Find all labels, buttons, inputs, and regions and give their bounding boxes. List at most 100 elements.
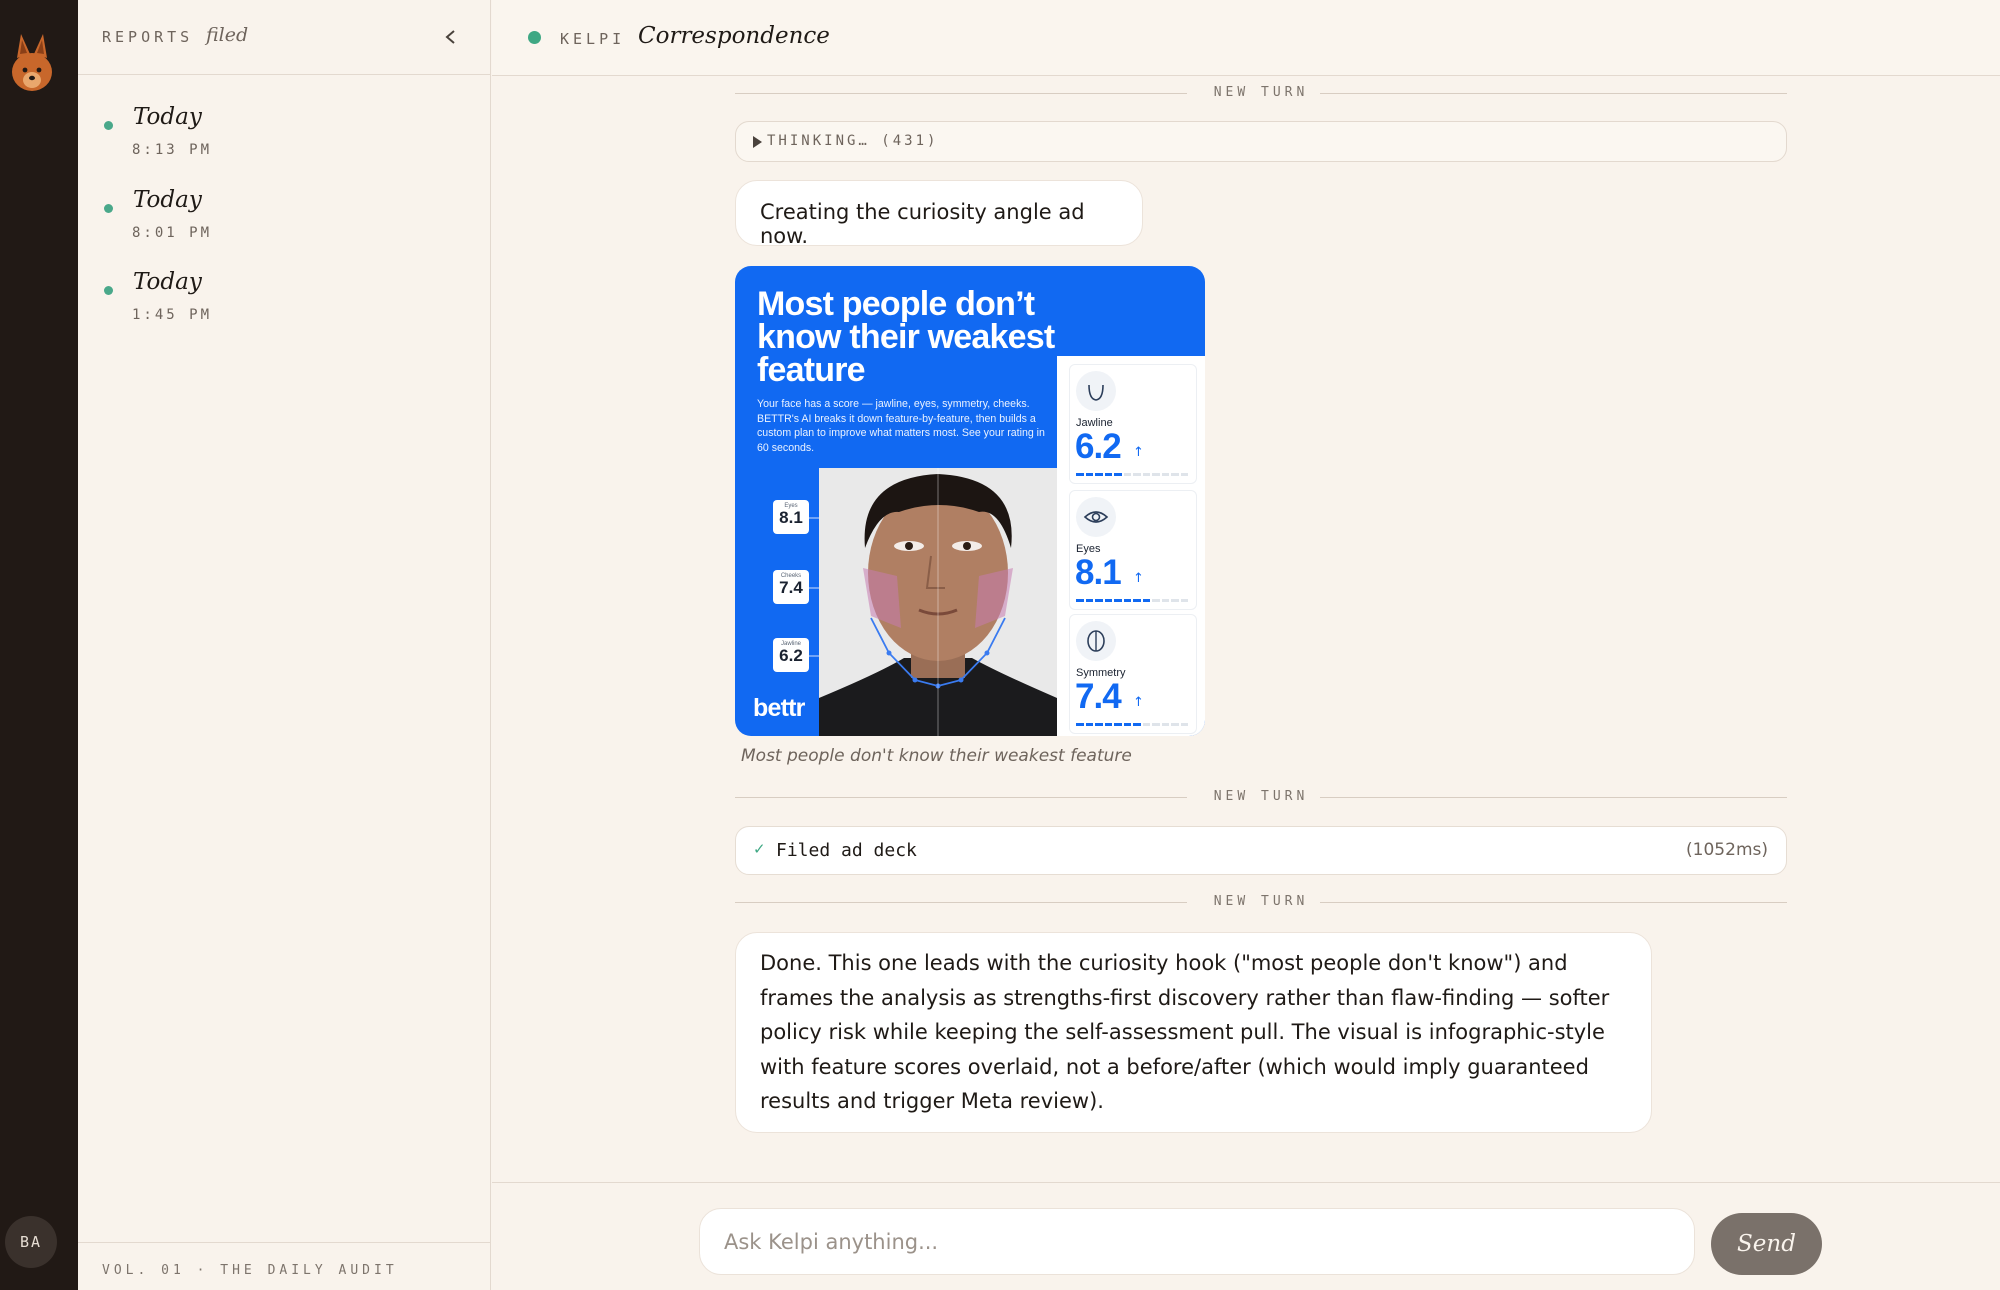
level-segment <box>1123 473 1131 476</box>
send-button[interactable]: Send <box>1711 1213 1822 1275</box>
level-segment <box>1114 473 1122 476</box>
level-segment <box>1152 473 1160 476</box>
report-title: Today <box>133 104 202 130</box>
arrow-up-icon: ↑ <box>1133 571 1144 586</box>
level-segment <box>1085 723 1093 726</box>
level-segment <box>1104 599 1112 602</box>
bettr-logo: bettr <box>753 694 805 722</box>
turn-divider: NEW TURN <box>735 84 1787 102</box>
edition-label: VOL. 01 · THE DAILY AUDIT <box>102 1263 398 1278</box>
level-segment <box>1161 599 1169 602</box>
level-segment <box>1114 599 1122 602</box>
eyes-score-tag: Eyes 8.1 <box>773 500 809 534</box>
turn-divider: NEW TURN <box>735 893 1787 911</box>
level-segment <box>1114 723 1122 726</box>
level-segment <box>1076 473 1084 476</box>
sidebar-subtitle: filed <box>206 24 249 46</box>
reports-sidebar: REPORTS filed Today 8:13 PM Today 8:01 P… <box>78 0 491 1290</box>
user-avatar[interactable]: BA <box>5 1216 57 1268</box>
online-status-dot <box>528 31 541 44</box>
composer: Send <box>492 1182 2000 1290</box>
jawline-score-tag: Jawline 6.2 <box>773 638 809 672</box>
level-segment <box>1142 599 1150 602</box>
level-segment <box>1095 723 1103 726</box>
level-segment <box>1180 599 1188 602</box>
level-segment <box>1133 723 1141 726</box>
level-segment <box>1171 599 1179 602</box>
report-status-dot <box>104 121 113 130</box>
level-segment <box>1085 473 1093 476</box>
ad-creative-image[interactable]: Most people don’t know their weakest fea… <box>735 266 1205 736</box>
jawline-icon <box>1076 371 1116 411</box>
metric-level-bar <box>1076 599 1188 602</box>
report-title: Today <box>133 269 202 295</box>
eye-icon <box>1076 497 1116 537</box>
level-segment <box>1076 599 1084 602</box>
level-segment <box>1161 723 1169 726</box>
level-segment <box>1180 473 1188 476</box>
tool-duration: (1052ms) <box>1686 840 1768 860</box>
metric-card-eyes: Eyes 8.1 ↑ <box>1069 490 1197 610</box>
level-segment <box>1152 723 1160 726</box>
turn-divider-label: NEW TURN <box>1213 85 1309 100</box>
report-item[interactable]: Today 8:01 PM <box>78 183 490 253</box>
level-segment <box>1123 723 1131 726</box>
report-time: 8:13 PM <box>132 142 213 158</box>
level-segment <box>1142 723 1150 726</box>
level-segment <box>1104 723 1112 726</box>
level-segment <box>1133 473 1141 476</box>
metric-card-jawline: Jawline 6.2 ↑ <box>1069 364 1197 484</box>
report-time: 1:45 PM <box>132 307 213 323</box>
arrow-up-icon: ↑ <box>1133 695 1144 710</box>
level-segment <box>1171 473 1179 476</box>
level-segment <box>1076 723 1084 726</box>
assistant-message: Done. This one leads with the curiosity … <box>735 932 1652 1133</box>
level-segment <box>1180 723 1188 726</box>
message-text: Creating the curiosity angle ad now. <box>760 200 1085 248</box>
collapse-sidebar-button[interactable] <box>436 22 466 52</box>
metric-level-bar <box>1076 723 1188 726</box>
turn-divider-label: NEW TURN <box>1213 789 1309 804</box>
report-time: 8:01 PM <box>132 225 213 241</box>
report-item[interactable]: Today 8:13 PM <box>78 100 490 170</box>
level-segment <box>1095 599 1103 602</box>
level-segment <box>1133 599 1141 602</box>
brand-name: KELPI <box>560 30 626 48</box>
message-input[interactable] <box>699 1208 1695 1275</box>
image-caption: Most people don't know their weakest fea… <box>741 746 1132 766</box>
level-segment <box>1085 599 1093 602</box>
metric-panel: Jawline 6.2 ↑ Eyes 8.1 ↑ Symmetry 7.4 ↑ <box>1057 356 1205 736</box>
sidebar-title: REPORTS <box>102 28 194 46</box>
arrow-up-icon: ↑ <box>1133 445 1144 460</box>
report-status-dot <box>104 286 113 295</box>
level-segment <box>1152 599 1160 602</box>
message-text: Done. This one leads with the curiosity … <box>760 951 1610 1113</box>
check-icon: ✓ <box>753 840 766 858</box>
turn-divider-label: NEW TURN <box>1213 894 1309 909</box>
conversation-pane: KELPI Correspondence NEW TURN THINKING… … <box>492 0 2000 1290</box>
metric-level-bar <box>1076 473 1188 476</box>
app-rail: BA <box>0 0 78 1290</box>
tool-result-row[interactable]: ✓ Filed ad deck (1052ms) <box>735 826 1787 875</box>
avatar-initials: BA <box>19 1233 43 1251</box>
level-segment <box>1095 473 1103 476</box>
report-item[interactable]: Today 1:45 PM <box>78 265 490 335</box>
assistant-message: Creating the curiosity angle ad now. <box>735 180 1143 248</box>
metric-card-symmetry: Symmetry 7.4 ↑ <box>1069 614 1197 734</box>
level-segment <box>1123 599 1131 602</box>
cheeks-score-tag: Cheeks 7.4 <box>773 570 809 604</box>
level-segment <box>1104 473 1112 476</box>
turn-divider: NEW TURN <box>735 788 1787 806</box>
level-segment <box>1171 723 1179 726</box>
symmetry-icon <box>1076 621 1116 661</box>
thinking-toggle[interactable]: THINKING… (431) <box>735 121 1787 162</box>
chevron-left-icon <box>445 30 455 44</box>
report-status-dot <box>104 204 113 213</box>
face-photo-icon <box>819 468 1057 736</box>
page-title: Correspondence <box>638 23 830 49</box>
sidebar-header: REPORTS filed <box>78 0 490 75</box>
report-title: Today <box>133 187 202 213</box>
caret-right-icon <box>753 136 762 148</box>
fox-logo-icon[interactable] <box>8 28 56 94</box>
level-segment <box>1142 473 1150 476</box>
